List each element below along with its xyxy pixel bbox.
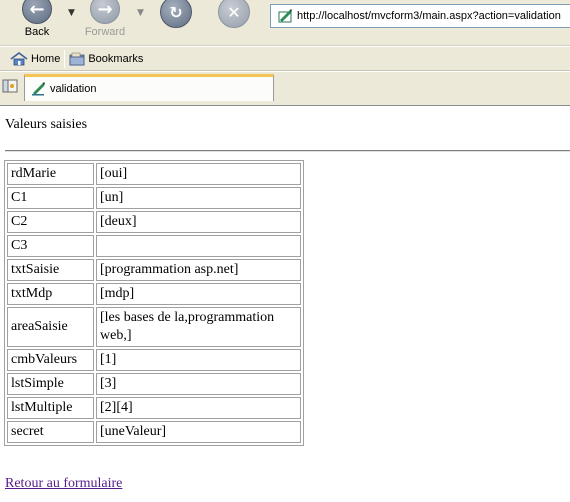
back-to-form-link[interactable]: Retour au formulaire: [5, 476, 122, 492]
forward-button[interactable]: → Forward: [82, 0, 128, 42]
field-name-cell: areaSaisie: [7, 307, 94, 347]
field-value-cell: [2][4]: [96, 397, 301, 419]
table-row: txtMdp [mdp]: [7, 283, 301, 305]
field-name-cell: txtMdp: [7, 283, 94, 305]
table-row: txtSaisie [programmation asp.net]: [7, 259, 301, 281]
table-row: C1 [un]: [7, 187, 301, 209]
field-name-cell: C1: [7, 187, 94, 209]
table-row: cmbValeurs [1]: [7, 349, 301, 371]
table-row: secret [uneValeur]: [7, 421, 301, 443]
field-name-cell: C2: [7, 211, 94, 233]
field-value-cell: [un]: [96, 187, 301, 209]
home-label: Home: [31, 52, 61, 65]
table-row: lstMultiple [2][4]: [7, 397, 301, 419]
reload-button[interactable]: ↻: [160, 0, 192, 28]
field-name-cell: C3: [7, 235, 94, 257]
field-value-cell: [1]: [96, 349, 301, 371]
field-value-cell: [programmation asp.net]: [96, 259, 301, 281]
tab-label: validation: [50, 83, 97, 95]
page-title: Valeurs saisies: [5, 117, 88, 132]
back-history-dropdown-icon[interactable]: ▼: [68, 8, 75, 18]
field-value-cell: [uneValeur]: [96, 421, 301, 443]
table-row: C2 [deux]: [7, 211, 301, 233]
field-value-cell: [mdp]: [96, 283, 301, 305]
forward-arrow-icon: →: [90, 0, 120, 24]
tab-page-icon: [32, 82, 45, 96]
forward-history-dropdown-icon[interactable]: ▼: [137, 8, 144, 18]
toolbar-separator: [64, 49, 66, 68]
bookmarks-label: Bookmarks: [88, 52, 144, 65]
horizontal-divider: [5, 150, 570, 152]
reload-icon: ↻: [169, 2, 183, 22]
submitted-values-table: rdMarie [oui] C1 [un] C2 [deux] C3 txtSaisie [p…: [4, 160, 304, 446]
navigation-toolbar: ← Back ▼ → Forward ▼ ↻ ✕ http://localhos…: [0, 0, 570, 46]
stop-button[interactable]: ✕: [218, 0, 250, 28]
bookmarks-menu[interactable]: Bookmarks: [69, 52, 143, 66]
back-arrow-icon: ←: [22, 0, 52, 24]
field-name-cell: lstMultiple: [7, 397, 94, 419]
table-row: areaSaisie [les bases de la,programmation…: [7, 307, 301, 347]
page-icon: [278, 9, 292, 23]
table-row: C3: [7, 235, 301, 257]
sidebar-toggle-icon[interactable]: [2, 78, 18, 94]
field-name-cell: cmbValeurs: [7, 349, 94, 371]
field-name-cell: rdMarie: [7, 163, 94, 185]
back-button[interactable]: ← Back: [14, 0, 60, 42]
bookmarks-folder-icon: [69, 52, 85, 65]
field-name-cell: secret: [7, 421, 94, 443]
field-value-cell: [96, 235, 301, 257]
field-name-cell: txtSaisie: [7, 259, 94, 281]
address-bar[interactable]: http://localhost/mvcform3/main.aspx?acti…: [270, 4, 570, 28]
field-value-cell: [les bases de la,programmation web,]: [96, 307, 301, 347]
table-row: lstSimple [3]: [7, 373, 301, 395]
field-value-cell: [oui]: [96, 163, 301, 185]
home-icon: [10, 51, 28, 65]
page-content: Valeurs saisies rdMarie [oui] C1 [un] C2 [deu…: [0, 107, 570, 502]
field-name-cell: lstSimple: [7, 373, 94, 395]
back-label: Back: [24, 26, 50, 38]
bookmarks-toolbar: Home Bookmarks: [0, 47, 570, 71]
tab-bar: validation: [0, 72, 570, 106]
url-text: http://localhost/mvcform3/main.aspx?acti…: [297, 10, 561, 22]
field-value-cell: [deux]: [96, 211, 301, 233]
forward-label: Forward: [84, 26, 126, 38]
home-bookmark[interactable]: Home: [10, 51, 61, 66]
table-row: rdMarie [oui]: [7, 163, 301, 185]
tab-validation[interactable]: validation: [24, 74, 274, 101]
stop-icon: ✕: [227, 2, 241, 22]
field-value-cell: [3]: [96, 373, 301, 395]
